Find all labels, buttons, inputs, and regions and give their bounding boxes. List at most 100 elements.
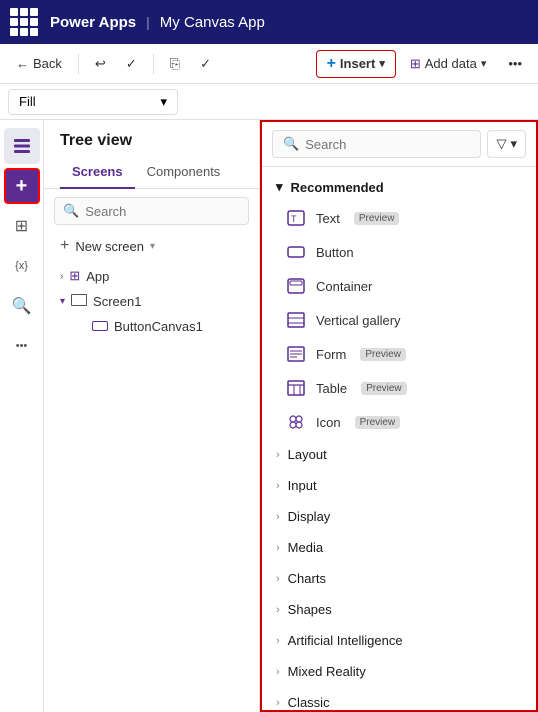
toolbar-divider1 — [78, 54, 79, 74]
tree-item-screen1[interactable]: ▾ Screen1 — [44, 289, 259, 314]
tree-item-buttoncanvas1[interactable]: ButtonCanvas1 — [44, 314, 259, 339]
tree-search-icon: 🔍 — [63, 203, 79, 219]
insert-item-gallery[interactable]: Vertical gallery — [262, 303, 536, 337]
undo-button[interactable]: ↩ — [87, 52, 114, 76]
insert-item-container[interactable]: Container — [262, 269, 536, 303]
text-item-icon: T — [286, 208, 306, 228]
insert-panel: 🔍 ▽ ▾ ▾ Recommended T — [260, 120, 538, 712]
input-label: Input — [288, 478, 317, 493]
toolbar2: Fill ▾ — [0, 84, 538, 120]
container-item-label: Container — [316, 279, 372, 294]
input-chevron-icon: › — [276, 480, 280, 492]
check-button[interactable]: ✓ — [118, 52, 145, 76]
insert-cat-classic[interactable]: › Classic — [262, 687, 536, 710]
insert-cat-mixed-reality[interactable]: › Mixed Reality — [262, 656, 536, 687]
tree-search-input[interactable] — [85, 204, 240, 219]
more-options-button[interactable]: ••• — [500, 52, 530, 75]
fill-dropdown[interactable]: Fill ▾ — [8, 89, 178, 115]
text-icon: T — [287, 209, 305, 227]
search-side-button[interactable]: 🔍 — [4, 288, 40, 324]
form-item-icon — [286, 344, 306, 364]
insert-cat-ai[interactable]: › Artificial Intelligence — [262, 625, 536, 656]
insert-cat-layout[interactable]: › Layout — [262, 439, 536, 470]
shapes-chevron-icon: › — [276, 604, 280, 616]
recommended-section-header[interactable]: ▾ Recommended — [262, 171, 536, 201]
text-item-label: Text — [316, 211, 340, 226]
recommended-label: Recommended — [291, 180, 384, 195]
icon-item-label: Icon — [316, 415, 341, 430]
insert-side-button[interactable]: + — [4, 168, 40, 204]
ai-chevron-icon: › — [276, 635, 280, 647]
classic-label: Classic — [288, 695, 330, 710]
form-icon — [287, 345, 305, 363]
icon-icon — [287, 413, 305, 431]
filter-button[interactable]: ▽ ▾ — [487, 130, 526, 158]
variables-side-button[interactable]: {x} — [4, 248, 40, 284]
insert-item-table[interactable]: Table Preview — [262, 371, 536, 405]
insert-button[interactable]: + Insert ▾ — [316, 50, 396, 78]
undo-icon: ↩ — [95, 56, 106, 72]
tree-view-button[interactable] — [4, 128, 40, 164]
plus-icon: + — [327, 55, 336, 73]
new-screen-label: New screen — [75, 239, 144, 254]
insert-item-form[interactable]: Form Preview — [262, 337, 536, 371]
filter-icon: ▽ — [496, 136, 506, 152]
insert-cat-input[interactable]: › Input — [262, 470, 536, 501]
app-icon: ⊞ — [69, 268, 80, 284]
insert-search-icon: 🔍 — [283, 136, 299, 152]
copy-button[interactable]: ⎘ — [162, 52, 188, 76]
fill-chevron: ▾ — [160, 94, 167, 110]
button-item-icon — [286, 242, 306, 262]
shapes-label: Shapes — [288, 602, 332, 617]
insert-search-input[interactable] — [305, 137, 470, 152]
screen1-chevron-icon: ▾ — [60, 296, 65, 307]
new-screen-button[interactable]: + New screen ▾ — [44, 233, 259, 259]
recommended-chevron-icon: ▾ — [276, 179, 283, 195]
search-icon: 🔍 — [12, 296, 32, 316]
layout-label: Layout — [288, 447, 327, 462]
gallery-icon — [287, 311, 305, 329]
insert-cat-media[interactable]: › Media — [262, 532, 536, 563]
topbar: Power Apps | My Canvas App — [0, 0, 538, 44]
insert-cat-charts[interactable]: › Charts — [262, 563, 536, 594]
gallery-item-label: Vertical gallery — [316, 313, 401, 328]
more-side-button[interactable]: ••• — [4, 328, 40, 364]
insert-cat-display[interactable]: › Display — [262, 501, 536, 532]
insert-search-box: 🔍 — [272, 130, 481, 158]
tab-components[interactable]: Components — [135, 158, 233, 189]
tab-screens[interactable]: Screens — [60, 158, 135, 189]
display-label: Display — [288, 509, 331, 524]
tree-item-app[interactable]: › ⊞ App — [44, 263, 259, 289]
back-label: Back — [33, 56, 62, 71]
media-chevron-icon: › — [276, 542, 280, 554]
screen1-icon — [71, 294, 87, 309]
icon-preview-badge: Preview — [355, 416, 401, 429]
table-item-icon — [286, 378, 306, 398]
charts-label: Charts — [288, 571, 326, 586]
button-item-label: Button — [316, 245, 354, 260]
new-screen-plus-icon: + — [60, 237, 69, 255]
app-grid-icon[interactable] — [10, 8, 38, 36]
add-data-label: Add data — [425, 56, 477, 71]
main-layout: + ⊞ {x} 🔍 ••• Tree view Screens Componen… — [0, 120, 538, 712]
insert-item-icon[interactable]: Icon Preview — [262, 405, 536, 439]
tree-view-icon — [13, 137, 31, 155]
insert-cat-shapes[interactable]: › Shapes — [262, 594, 536, 625]
filter-chevron: ▾ — [510, 136, 517, 152]
layout-chevron-icon: › — [276, 449, 280, 461]
svg-text:T: T — [291, 214, 297, 224]
add-data-button[interactable]: ⊞ Add data ▾ — [400, 52, 496, 76]
icon-item-icon — [286, 412, 306, 432]
insert-item-text[interactable]: T Text Preview — [262, 201, 536, 235]
back-button[interactable]: ← Back — [8, 52, 70, 75]
button-icon — [287, 243, 305, 261]
check2-icon: ✓ — [200, 56, 211, 72]
more-icon: ••• — [508, 56, 522, 71]
screen1-label: Screen1 — [93, 294, 141, 309]
app-chevron-icon: › — [60, 271, 63, 282]
tree-items: › ⊞ App ▾ Screen1 ButtonCanvas1 — [44, 263, 259, 712]
insert-item-button[interactable]: Button — [262, 235, 536, 269]
data-side-button[interactable]: ⊞ — [4, 208, 40, 244]
check2-button[interactable]: ✓ — [192, 52, 219, 76]
container-icon — [287, 277, 305, 295]
